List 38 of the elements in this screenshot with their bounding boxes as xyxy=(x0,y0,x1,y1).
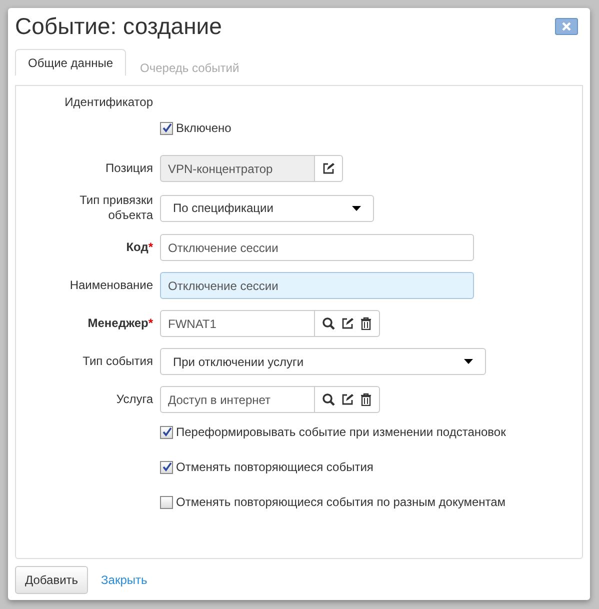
checkbox-label: Отменять повторяющиеся события по разным документам xyxy=(176,495,506,509)
field-label: Наименование xyxy=(70,278,153,293)
checkbox[interactable] xyxy=(160,460,173,474)
text-field[interactable]: Отключение сессии xyxy=(160,272,474,299)
field-label: Идентификатор xyxy=(64,94,153,110)
dropdown[interactable]: По спецификации xyxy=(160,194,374,222)
search-icon xyxy=(322,317,335,330)
edit-icon xyxy=(341,393,354,406)
tab[interactable]: Общие данные xyxy=(15,49,126,76)
field-label: Услуга xyxy=(116,392,153,407)
close-icon xyxy=(562,22,571,30)
edit-icon xyxy=(322,162,335,175)
field-label: Тип события xyxy=(82,354,153,369)
lookup-field[interactable]: Доступ в интернет xyxy=(160,386,315,413)
caret-icon xyxy=(352,206,361,210)
trash-icon xyxy=(360,317,372,330)
position-field[interactable]: VPN-концентратор xyxy=(160,155,315,182)
field-label: Позиция xyxy=(106,161,153,176)
checkbox-label: Переформировывать событие при изменении подстановок xyxy=(176,425,506,439)
field-label: Менеджер* xyxy=(88,316,153,331)
trash-icon xyxy=(360,393,372,406)
add-button[interactable]: Добавить xyxy=(15,566,88,594)
dialog-title: Событие: создание xyxy=(15,12,222,40)
caret-icon xyxy=(464,359,473,364)
field-label: Код* xyxy=(126,240,153,255)
text-field[interactable]: Отключение сессии xyxy=(160,234,474,261)
dropdown[interactable]: При отключении услуги xyxy=(160,348,486,375)
checkbox[interactable] xyxy=(160,426,173,438)
close-button[interactable] xyxy=(555,18,578,34)
search-icon xyxy=(322,393,335,406)
field-label: Тип привязки объекта xyxy=(78,193,153,223)
edit-icon xyxy=(341,317,354,330)
checkbox[interactable] xyxy=(160,122,173,134)
close-link[interactable]: Закрыть xyxy=(101,573,148,587)
lookup-field[interactable]: FWNAT1 xyxy=(160,310,315,337)
checkbox-label: Включено xyxy=(176,121,232,135)
checkbox-label: Отменять повторяющиеся события xyxy=(176,460,374,474)
checkbox[interactable] xyxy=(160,496,173,508)
